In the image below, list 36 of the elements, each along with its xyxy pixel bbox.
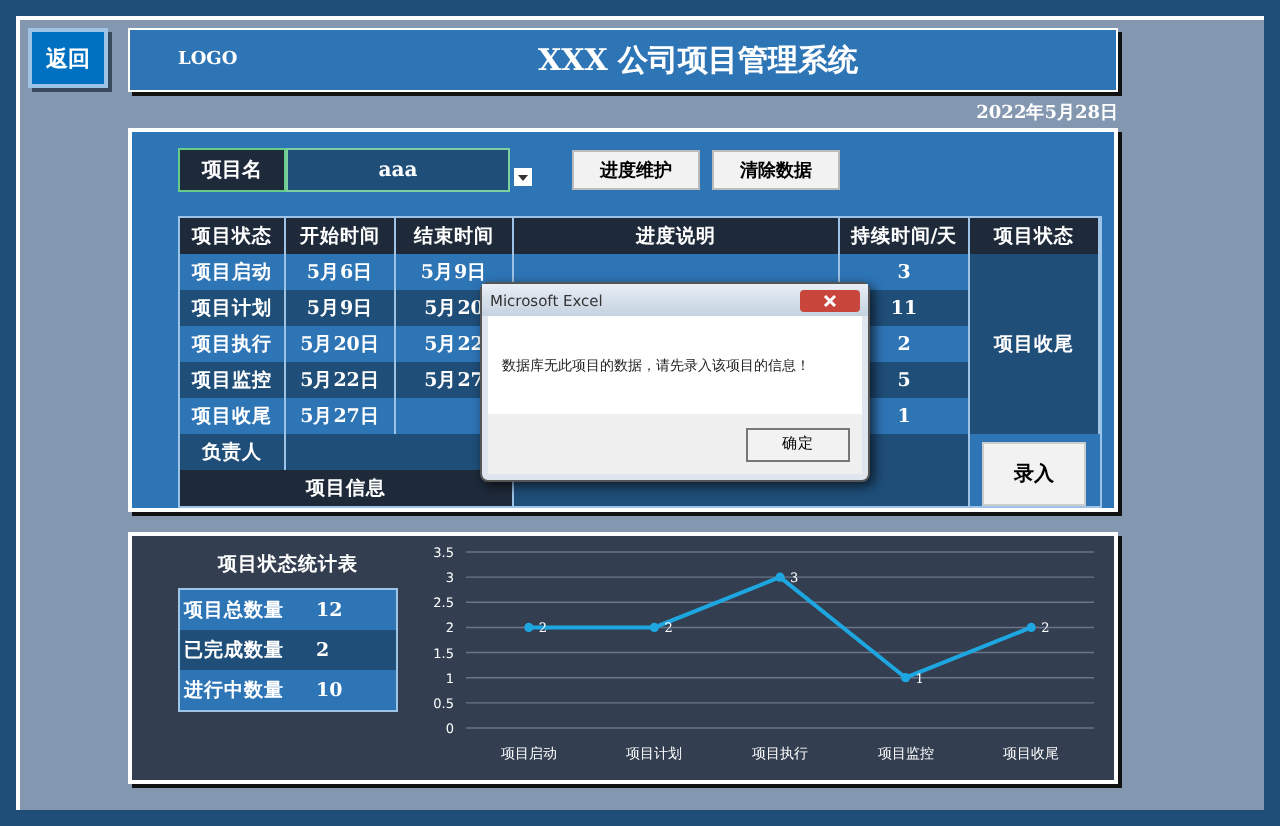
stat-value: 12	[316, 599, 343, 621]
data-point	[524, 622, 534, 633]
stat-value: 2	[316, 639, 330, 661]
table-cell: 5月9日	[286, 290, 396, 326]
field-label: 项目名	[178, 148, 286, 192]
stat-label: 项目总数量	[181, 597, 286, 623]
action-button[interactable]: 进度维护	[572, 150, 700, 190]
data-point	[649, 622, 659, 633]
table-cell: 5月22日	[286, 362, 396, 398]
logo: LOGO	[178, 50, 240, 70]
stat-value: 10	[316, 679, 343, 701]
column-header: 结束时间	[396, 218, 514, 254]
date-text: 2022年5月28日	[976, 101, 1118, 125]
submit-button[interactable]: 录入	[982, 442, 1086, 506]
stats-title: 项目状态统计表	[218, 552, 358, 578]
table-cell: 项目监控	[180, 362, 286, 398]
table-cell: 项目收尾	[970, 254, 1100, 434]
back-button[interactable]: 返回	[28, 28, 108, 88]
stat-label: 已完成数量	[182, 637, 286, 663]
data-point	[775, 572, 785, 582]
column-header: 项目状态	[970, 218, 1100, 254]
close-icon[interactable]	[800, 289, 860, 311]
column-header: 进度说明	[514, 218, 840, 254]
stat-label: 进行中数量	[182, 677, 286, 703]
column-header: 开始时间	[286, 218, 396, 254]
column-header: 持续时间/天	[840, 218, 970, 254]
project-name-field[interactable]: aaa	[286, 148, 510, 192]
table-cell: 项目计划	[180, 290, 286, 326]
table-cell: 项目信息	[180, 470, 514, 506]
column-header: 项目状态	[180, 218, 286, 254]
dropdown-icon[interactable]	[514, 167, 532, 185]
data-point	[1026, 622, 1036, 633]
data-point	[901, 673, 911, 683]
table-cell: 负责人	[180, 434, 286, 470]
action-button[interactable]: 清除数据	[712, 150, 840, 190]
app-title: XXX 公司项目管理系统	[538, 41, 859, 79]
